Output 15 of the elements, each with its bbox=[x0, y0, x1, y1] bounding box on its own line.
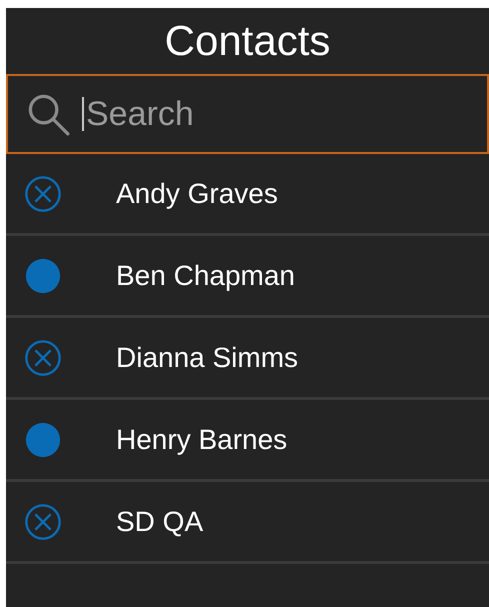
contact-name: Andy Graves bbox=[116, 178, 278, 210]
contact-row[interactable]: Ben Chapman bbox=[6, 236, 489, 318]
contact-row[interactable]: Henry Barnes bbox=[6, 400, 489, 482]
contact-name: Henry Barnes bbox=[116, 424, 288, 456]
screen-title: Contacts bbox=[164, 16, 332, 66]
search-field[interactable]: Search bbox=[84, 94, 487, 134]
search-icon bbox=[26, 92, 70, 136]
contact-name: Ben Chapman bbox=[116, 260, 296, 292]
search-bar[interactable]: Search bbox=[6, 74, 489, 154]
contact-row[interactable]: Dianna Simms bbox=[6, 318, 489, 400]
contact-name: SD QA bbox=[116, 506, 204, 538]
contact-name: Dianna Simms bbox=[116, 342, 298, 374]
contact-row[interactable]: SD QA bbox=[6, 482, 489, 564]
text-cursor bbox=[82, 97, 84, 131]
contact-row[interactable]: Andy Graves bbox=[6, 154, 489, 236]
